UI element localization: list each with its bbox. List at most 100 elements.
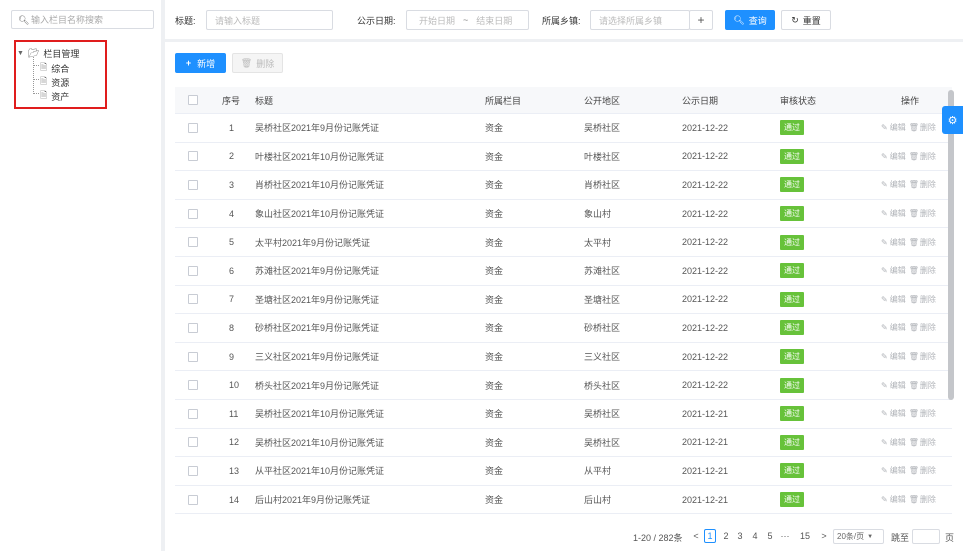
edit-icon[interactable]: ✎ xyxy=(881,352,888,361)
cell-title[interactable]: 肖桥社区2021年10月份记账凭证 xyxy=(255,171,384,199)
trash-icon[interactable]: 🗑︎ xyxy=(909,180,919,189)
page-button-2[interactable]: 2 xyxy=(720,529,732,543)
select-all-checkbox-cell[interactable] xyxy=(188,87,198,113)
row-checkbox-cell[interactable] xyxy=(188,171,198,199)
cell-title[interactable]: 桥头社区2021年9月份记账凭证 xyxy=(255,371,379,399)
delete-link[interactable]: 删除 xyxy=(920,322,936,333)
row-checkbox[interactable] xyxy=(188,380,198,391)
settings-float-button[interactable]: ⚙ xyxy=(942,106,963,134)
cell-title[interactable]: 从平社区2021年10月份记账凭证 xyxy=(255,457,384,485)
next-page-button[interactable]: > xyxy=(818,529,830,543)
trash-icon[interactable]: 🗑︎ xyxy=(909,238,919,247)
area-filter-select[interactable]: 请选择所属乡镇 xyxy=(590,10,690,30)
row-checkbox-cell[interactable] xyxy=(188,457,198,485)
edit-link[interactable]: 编辑 xyxy=(890,179,906,190)
trash-icon[interactable]: 🗑︎ xyxy=(909,438,919,447)
edit-icon[interactable]: ✎ xyxy=(881,495,888,504)
edit-icon[interactable]: ✎ xyxy=(881,466,888,475)
row-checkbox-cell[interactable] xyxy=(188,143,198,171)
delete-link[interactable]: 删除 xyxy=(920,351,936,362)
trash-icon[interactable]: 🗑︎ xyxy=(909,381,919,390)
row-checkbox[interactable] xyxy=(188,265,198,276)
delete-link[interactable]: 删除 xyxy=(920,408,936,419)
cell-title[interactable]: 苏滩社区2021年9月份记账凭证 xyxy=(255,257,379,285)
row-checkbox[interactable] xyxy=(188,208,198,219)
trash-icon[interactable]: 🗑︎ xyxy=(909,295,919,304)
edit-icon[interactable]: ✎ xyxy=(881,409,888,418)
edit-link[interactable]: 编辑 xyxy=(890,122,906,133)
cell-title[interactable]: 吴桥社区2021年10月份记账凭证 xyxy=(255,400,384,428)
row-checkbox-cell[interactable] xyxy=(188,314,198,342)
trash-icon[interactable]: 🗑︎ xyxy=(909,266,919,275)
trash-icon[interactable]: 🗑︎ xyxy=(909,466,919,475)
cell-title[interactable]: 三义社区2021年9月份记账凭证 xyxy=(255,343,379,371)
row-checkbox-cell[interactable] xyxy=(188,257,198,285)
page-button-3[interactable]: 3 xyxy=(734,529,746,543)
goto-page-input[interactable] xyxy=(912,529,940,544)
row-checkbox-cell[interactable] xyxy=(188,114,198,142)
trash-icon[interactable]: 🗑︎ xyxy=(909,209,919,218)
edit-icon[interactable]: ✎ xyxy=(881,123,888,132)
page-size-select[interactable]: 20条/页 ▼ xyxy=(833,529,884,544)
edit-icon[interactable]: ✎ xyxy=(881,209,888,218)
delete-link[interactable]: 删除 xyxy=(920,265,936,276)
caret-down-icon[interactable]: ▼ xyxy=(17,50,24,57)
edit-icon[interactable]: ✎ xyxy=(881,266,888,275)
title-filter-input[interactable]: 请输入标题 xyxy=(206,10,333,30)
row-checkbox[interactable] xyxy=(188,465,198,476)
cell-title[interactable]: 叶楼社区2021年10月份记账凭证 xyxy=(255,143,384,171)
delete-link[interactable]: 删除 xyxy=(920,179,936,190)
cell-title[interactable]: 砂桥社区2021年9月份记账凭证 xyxy=(255,314,379,342)
new-button[interactable]: + 新增 xyxy=(175,53,226,73)
delete-link[interactable]: 删除 xyxy=(920,237,936,248)
row-checkbox[interactable] xyxy=(188,408,198,419)
edit-icon[interactable]: ✎ xyxy=(881,438,888,447)
delete-link[interactable]: 删除 xyxy=(920,122,936,133)
row-checkbox-cell[interactable] xyxy=(188,371,198,399)
delete-link[interactable]: 删除 xyxy=(920,294,936,305)
delete-button[interactable]: 🗑︎ 删除 xyxy=(232,53,283,73)
page-button-1[interactable]: 1 xyxy=(704,529,716,543)
edit-link[interactable]: 编辑 xyxy=(890,265,906,276)
edit-link[interactable]: 编辑 xyxy=(890,465,906,476)
row-checkbox-cell[interactable] xyxy=(188,286,198,314)
delete-link[interactable]: 删除 xyxy=(920,380,936,391)
page-button-15[interactable]: 15 xyxy=(799,529,811,543)
edit-icon[interactable]: ✎ xyxy=(881,180,888,189)
trash-icon[interactable]: 🗑︎ xyxy=(909,352,919,361)
cell-title[interactable]: 吴桥社区2021年9月份记账凭证 xyxy=(255,114,379,142)
row-checkbox-cell[interactable] xyxy=(188,400,198,428)
trash-icon[interactable]: 🗑︎ xyxy=(909,409,919,418)
tree-node-zichan[interactable]: 🗎︎ 资产 xyxy=(40,88,69,104)
edit-link[interactable]: 编辑 xyxy=(890,437,906,448)
edit-link[interactable]: 编辑 xyxy=(890,322,906,333)
delete-link[interactable]: 删除 xyxy=(920,494,936,505)
edit-icon[interactable]: ✎ xyxy=(881,238,888,247)
page-button-5[interactable]: 5 xyxy=(764,529,776,543)
table-scrollbar[interactable] xyxy=(948,90,954,400)
add-area-button[interactable]: + xyxy=(689,10,713,30)
edit-link[interactable]: 编辑 xyxy=(890,237,906,248)
row-checkbox[interactable] xyxy=(188,351,198,362)
page-button-4[interactable]: 4 xyxy=(749,529,761,543)
edit-link[interactable]: 编辑 xyxy=(890,408,906,419)
edit-link[interactable]: 编辑 xyxy=(890,151,906,162)
row-checkbox[interactable] xyxy=(188,237,198,248)
edit-link[interactable]: 编辑 xyxy=(890,494,906,505)
row-checkbox-cell[interactable] xyxy=(188,486,198,514)
row-checkbox[interactable] xyxy=(188,437,198,448)
delete-link[interactable]: 删除 xyxy=(920,437,936,448)
trash-icon[interactable]: 🗑︎ xyxy=(909,123,919,132)
prev-page-button[interactable]: < xyxy=(690,529,702,543)
reset-button[interactable]: ↻ 重置 xyxy=(781,10,831,30)
tree-search-input[interactable]: 🔍︎ 输入栏目名称搜索 xyxy=(11,10,154,29)
cell-title[interactable]: 太平村2021年9月份记账凭证 xyxy=(255,228,370,256)
cell-title[interactable]: 后山村2021年9月份记账凭证 xyxy=(255,486,370,514)
edit-link[interactable]: 编辑 xyxy=(890,380,906,391)
row-checkbox-cell[interactable] xyxy=(188,429,198,457)
row-checkbox[interactable] xyxy=(188,122,198,133)
row-checkbox[interactable] xyxy=(188,151,198,162)
trash-icon[interactable]: 🗑︎ xyxy=(909,152,919,161)
edit-icon[interactable]: ✎ xyxy=(881,295,888,304)
row-checkbox[interactable] xyxy=(188,322,198,333)
